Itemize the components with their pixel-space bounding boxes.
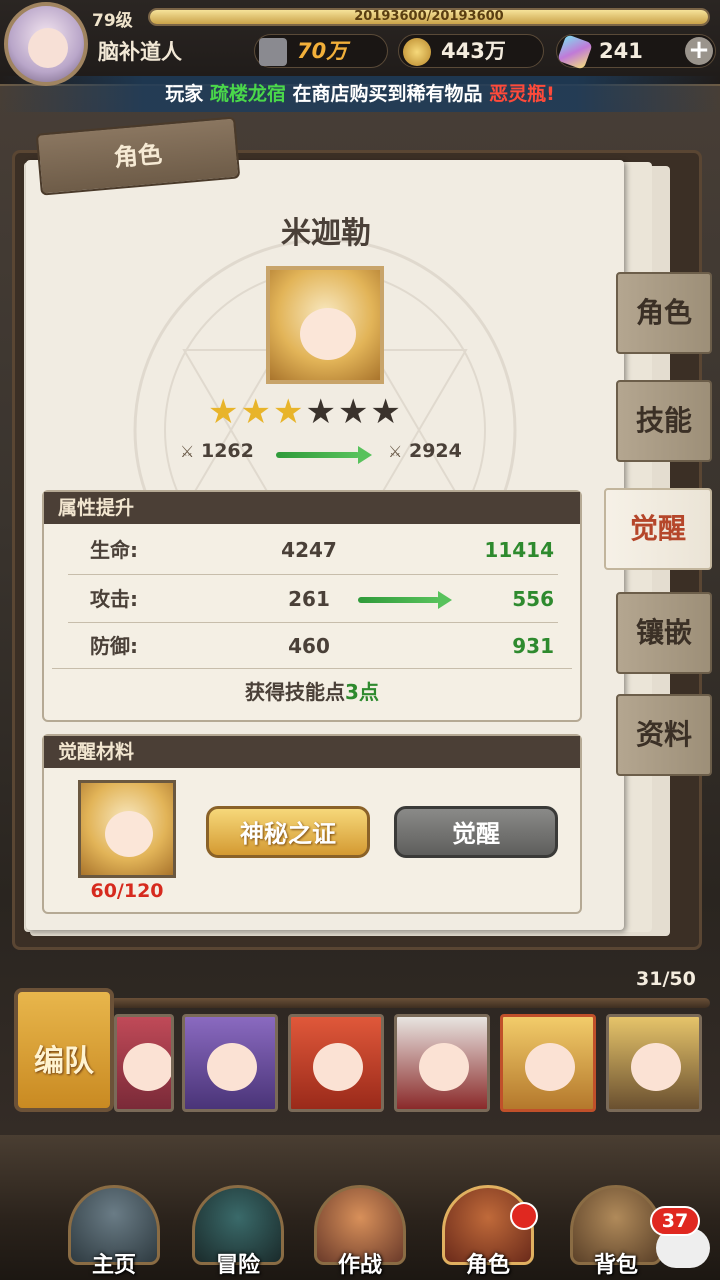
- tab-character[interactable]: 角色: [616, 272, 712, 354]
- attribute-label: 防御:: [90, 634, 138, 658]
- gem-display[interactable]: 241 +: [556, 34, 716, 70]
- card-face: [313, 1043, 363, 1091]
- sword-icon: [259, 38, 287, 66]
- gem-icon: [557, 34, 593, 70]
- roster-rope: [110, 998, 710, 1008]
- attribute-panel: 属性提升 生命: 4247 11414 攻击: 261 556 防御: 460 …: [42, 490, 582, 722]
- attribute-row-hp: 生命: 4247 11414: [44, 526, 580, 574]
- crossed-swords-icon: ⚔: [180, 442, 195, 461]
- power-after: ⚔ 2924: [388, 440, 462, 462]
- attribute-before: 261: [288, 587, 330, 611]
- nav-label: 角色: [465, 1253, 510, 1278]
- card-face: [123, 1043, 171, 1091]
- nav-character[interactable]: 角色: [428, 1185, 548, 1280]
- add-gems-icon[interactable]: +: [685, 37, 713, 65]
- star-filled-icon: ★: [240, 392, 271, 432]
- card-face: [419, 1043, 469, 1091]
- tab-skills[interactable]: 技能: [616, 380, 712, 462]
- card-face: [207, 1043, 257, 1091]
- awaken-button[interactable]: 觉醒: [394, 806, 558, 858]
- nav-battle[interactable]: 作战: [300, 1185, 420, 1280]
- mystery-proof-button[interactable]: 神秘之证: [206, 806, 370, 858]
- attribute-before: 460: [288, 634, 330, 658]
- attribute-row-defense: 防御: 460 931: [44, 622, 580, 670]
- top-status-bar: 20193600/20193600 79级 脑补道人 70万 443万 241 …: [0, 0, 720, 86]
- attribute-after: 556: [512, 587, 554, 611]
- attribute-after: 931: [512, 634, 554, 658]
- crossed-swords-icon: ⚔: [388, 442, 403, 461]
- power-display: 70万: [254, 34, 388, 68]
- star-filled-icon: ★: [208, 392, 239, 432]
- chat-badge: 37: [650, 1206, 700, 1236]
- roster-card[interactable]: [114, 1014, 174, 1112]
- material-count: 60/120: [90, 880, 164, 902]
- attribute-row-attack: 攻击: 261 556: [44, 575, 580, 623]
- card-face: [525, 1043, 575, 1091]
- team-button[interactable]: 编队: [14, 988, 114, 1112]
- tab-inlay[interactable]: 镶嵌: [616, 592, 712, 674]
- character-portrait[interactable]: [266, 266, 384, 384]
- skill-point-reward: 获得技能点3点: [44, 672, 580, 712]
- gem-value: 241: [599, 39, 643, 63]
- power-after-value: 2924: [408, 440, 462, 462]
- star-filled-icon: ★: [272, 392, 304, 432]
- power-arrow-icon: [276, 446, 372, 464]
- avatar-face: [28, 28, 68, 68]
- exp-text: 20193600/20193600: [354, 9, 504, 24]
- skill-point-label: 获得技能点: [245, 680, 346, 704]
- attribute-arrow-icon: [358, 591, 452, 609]
- notice-prefix: 玩家: [165, 83, 210, 105]
- gold-coin-icon: [403, 38, 431, 66]
- character-name: 米迦勒: [281, 216, 371, 251]
- attribute-label: 攻击:: [90, 587, 138, 611]
- roster-count: 31/50: [636, 968, 696, 990]
- player-avatar[interactable]: [4, 2, 88, 86]
- card-face: [631, 1043, 681, 1091]
- tab-info[interactable]: 资料: [616, 694, 712, 776]
- broadcast-notice: 玩家 疏楼龙宿 在商店购买到稀有物品 恶灵瓶!: [0, 76, 720, 112]
- roster-card[interactable]: [606, 1014, 702, 1112]
- tab-awaken[interactable]: 觉醒: [604, 488, 712, 570]
- attribute-before: 4247: [281, 538, 337, 562]
- player-name: 脑补道人: [98, 40, 182, 64]
- roster-card-selected[interactable]: [500, 1014, 596, 1112]
- player-level: 79级: [92, 11, 133, 31]
- skill-point-value: 3点: [345, 680, 379, 704]
- gold-display: 443万: [398, 34, 544, 68]
- power-before-value: 1262: [200, 440, 254, 462]
- material-panel-title: 觉醒材料: [44, 736, 580, 768]
- nav-label: 主页: [91, 1253, 136, 1278]
- notice-middle: 在商店购买到稀有物品: [285, 83, 490, 105]
- portrait-face: [300, 308, 356, 360]
- roster-card[interactable]: [288, 1014, 384, 1112]
- roster-card[interactable]: [394, 1014, 490, 1112]
- nav-home[interactable]: 主页: [54, 1185, 174, 1280]
- nav-label: 冒险: [215, 1253, 260, 1278]
- star-empty-icon: ★: [337, 392, 369, 432]
- power-value: 70万: [297, 39, 348, 63]
- star-empty-icon: ★: [305, 392, 336, 432]
- notice-player: 疏楼龙宿: [209, 83, 286, 105]
- star-rating: ★ ★ ★ ★ ★ ★: [208, 394, 401, 430]
- gold-value: 443万: [441, 39, 506, 63]
- material-item[interactable]: [78, 780, 176, 878]
- attribute-label: 生命:: [90, 538, 138, 562]
- roster-card[interactable]: [182, 1014, 278, 1112]
- notice-item: 恶灵瓶!: [489, 83, 555, 105]
- nav-adventure[interactable]: 冒险: [178, 1185, 298, 1280]
- notification-dot: [510, 1202, 538, 1230]
- attribute-panel-title: 属性提升: [44, 492, 580, 524]
- power-before: ⚔ 1262: [180, 440, 254, 462]
- divider: [52, 668, 572, 669]
- material-face: [105, 811, 153, 857]
- nav-label: 作战: [337, 1253, 382, 1278]
- attribute-after: 11414: [484, 538, 554, 562]
- star-empty-icon: ★: [370, 392, 401, 432]
